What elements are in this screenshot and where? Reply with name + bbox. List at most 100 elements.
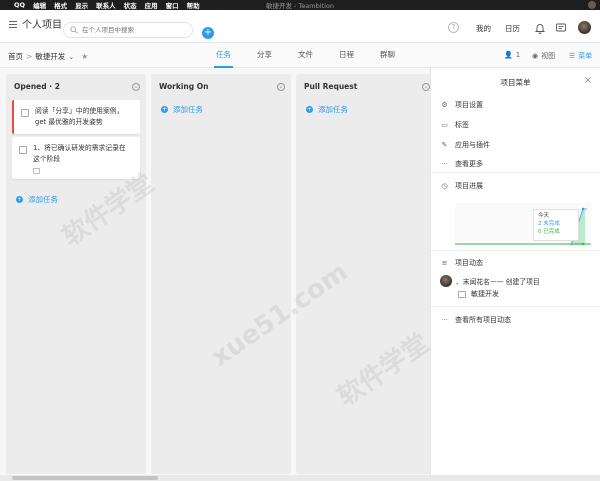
tab-tasks[interactable]: 任务	[214, 43, 233, 68]
progress-label: 项目进展	[455, 182, 483, 190]
clock-icon: ◷	[441, 182, 448, 190]
tab-group-chat[interactable]: 群聊	[378, 43, 397, 68]
menu-item-label: 项目设置	[455, 101, 483, 109]
divider	[431, 172, 600, 173]
menu-window[interactable]: 窗口	[166, 0, 179, 10]
undone-point	[581, 207, 585, 211]
ellipsis-icon: ···	[441, 316, 448, 324]
stage-menu-icon[interactable]: ⌄	[277, 83, 285, 91]
tab-share[interactable]: 分享	[255, 43, 274, 68]
breadcrumb: 首页 > 敏捷开发 ⌄ ★	[8, 51, 88, 62]
chevron-down-icon[interactable]: ⌄	[68, 53, 74, 61]
add-task-label: 添加任务	[173, 105, 203, 114]
activity-text: 、末闻花名—— 创建了项目	[456, 278, 540, 286]
stage-column: Working On ⌄ + 添加任务	[151, 74, 291, 474]
project-subnav: 首页 > 敏捷开发 ⌄ ★ 任务 分享 文件 日程 群聊 👤 1 ◉ 视图 ☰ …	[0, 43, 600, 68]
wrench-icon: ✎	[441, 141, 448, 149]
activity-label: 项目动态	[455, 259, 483, 267]
project-tabs: 任务 分享 文件 日程 群聊	[214, 43, 419, 68]
mine-button[interactable]: 我的	[476, 23, 491, 34]
activity-entry: 、末闻花名—— 创建了项目	[440, 275, 540, 287]
project-title[interactable]: 个人项目	[22, 17, 62, 35]
menu-label: 菜单	[578, 52, 593, 60]
plus-circle-icon: +	[16, 196, 23, 203]
task-checkbox[interactable]	[21, 109, 29, 117]
menu-qq[interactable]: QQ	[14, 1, 25, 9]
menu-item-label: 标签	[455, 121, 469, 129]
tooltip-today: 今天	[538, 213, 550, 219]
activity-avatar[interactable]	[440, 275, 452, 287]
progress-chart[interactable]: 今天 2 未完成 0 已完成	[455, 203, 591, 245]
chat-icon[interactable]	[555, 22, 567, 34]
window-title: 敏捷开发 - Teambition	[265, 2, 335, 10]
hamburger-menu-icon[interactable]	[9, 21, 17, 29]
menu-help[interactable]: 帮助	[187, 0, 200, 10]
help-icon[interactable]: ?	[448, 22, 459, 33]
menu-item-settings[interactable]: ⚙ 项目设置	[440, 100, 483, 110]
bell-icon[interactable]	[534, 22, 546, 34]
activity-project-link[interactable]: 敏捷开发	[458, 289, 499, 299]
system-menu-bar: QQ 编辑 格式 显示 联系人 状态 应用 窗口 帮助 敏捷开发 - Teamb…	[0, 0, 600, 10]
close-icon[interactable]: ×	[584, 75, 592, 86]
panel-title: 项目菜单	[500, 78, 531, 87]
project-menu-panel: 项目菜单 × ⚙ 项目设置 ▭ 标签 ✎ 应用与插件 ··· 查看更多 ◷ 项目…	[430, 68, 600, 475]
members-count: 1	[515, 51, 521, 59]
scrollbar-thumb[interactable]	[12, 476, 158, 480]
task-checkbox[interactable]	[19, 146, 27, 154]
ellipsis-icon: ···	[441, 160, 448, 168]
menu-apps[interactable]: 应用	[145, 0, 158, 10]
app-header: 个人项目 + ? 我的 日历	[0, 10, 600, 43]
calendar-button[interactable]: 日历	[505, 23, 520, 34]
user-avatar[interactable]	[578, 21, 591, 34]
stage-column: Opened · 2 ⌄ 阅读「分享」中的使用案例，get 最优雅的开发姿势 1…	[6, 74, 146, 474]
task-board: Opened · 2 ⌄ 阅读「分享」中的使用案例，get 最优雅的开发姿势 1…	[0, 68, 436, 475]
members-button[interactable]: 👤 1	[504, 51, 520, 59]
chart-tooltip: 今天 2 未完成 0 已完成	[533, 209, 579, 241]
menu-item-apps[interactable]: ✎ 应用与插件	[440, 140, 490, 150]
menu-item-tags[interactable]: ▭ 标签	[440, 120, 469, 130]
task-card[interactable]: 阅读「分享」中的使用案例，get 最优雅的开发姿势	[12, 100, 140, 134]
star-icon[interactable]: ★	[81, 52, 88, 61]
search-input[interactable]	[82, 26, 192, 34]
menu-view[interactable]: 显示	[75, 0, 88, 10]
menu-format[interactable]: 格式	[54, 0, 67, 10]
activity-project-name: 敏捷开发	[471, 290, 499, 298]
view-button[interactable]: ◉ 视图	[532, 51, 555, 61]
divider	[431, 306, 600, 307]
stage-title: Opened · 2	[14, 82, 60, 91]
breadcrumb-separator: >	[26, 52, 33, 61]
tag-icon: ▭	[441, 121, 448, 129]
add-task-button[interactable]: + 添加任务	[161, 104, 203, 115]
menu-contacts[interactable]: 联系人	[96, 0, 116, 10]
task-title: 1、将已确认研发的需求记录在这个阶段	[33, 144, 126, 163]
menu-status[interactable]: 状态	[124, 0, 137, 10]
search-box[interactable]	[63, 22, 193, 38]
plus-circle-icon: +	[306, 106, 313, 113]
stage-title: Working On	[159, 82, 209, 91]
project-activity-header: ≡ 项目动态	[440, 258, 483, 268]
stage-column: Pull Request ⌄ + 添加任务	[296, 74, 436, 474]
menu-edit[interactable]: 编辑	[33, 0, 46, 10]
stage-menu-icon[interactable]: ⌄	[132, 83, 140, 91]
breadcrumb-home[interactable]: 首页	[8, 51, 23, 62]
view-all-activity-link[interactable]: ··· 查看所有项目动态	[440, 315, 511, 325]
menu-item-more[interactable]: ··· 查看更多	[440, 159, 483, 169]
project-progress-header[interactable]: ◷ 项目进展	[440, 181, 483, 191]
tooltip-undone: 2 未完成	[538, 221, 560, 227]
add-task-button[interactable]: + 添加任务	[306, 104, 348, 115]
task-card[interactable]: 1、将已确认研发的需求记录在这个阶段	[12, 137, 140, 179]
add-button[interactable]: +	[202, 27, 214, 39]
note-icon	[33, 168, 40, 174]
activity-list-icon: ≡	[441, 259, 448, 267]
menu-button[interactable]: ☰ 菜单	[569, 51, 592, 61]
breadcrumb-project[interactable]: 敏捷开发	[35, 51, 65, 62]
stage-menu-icon[interactable]: ⌄	[422, 83, 430, 91]
tab-files[interactable]: 文件	[296, 43, 315, 68]
project-icon	[458, 290, 466, 298]
menu-item-label: 查看更多	[455, 160, 483, 168]
view-label: 视图	[541, 52, 556, 60]
horizontal-scrollbar[interactable]	[0, 475, 600, 481]
gear-icon: ⚙	[441, 101, 448, 109]
add-task-button[interactable]: + 添加任务	[16, 194, 58, 205]
tab-schedule[interactable]: 日程	[337, 43, 356, 68]
